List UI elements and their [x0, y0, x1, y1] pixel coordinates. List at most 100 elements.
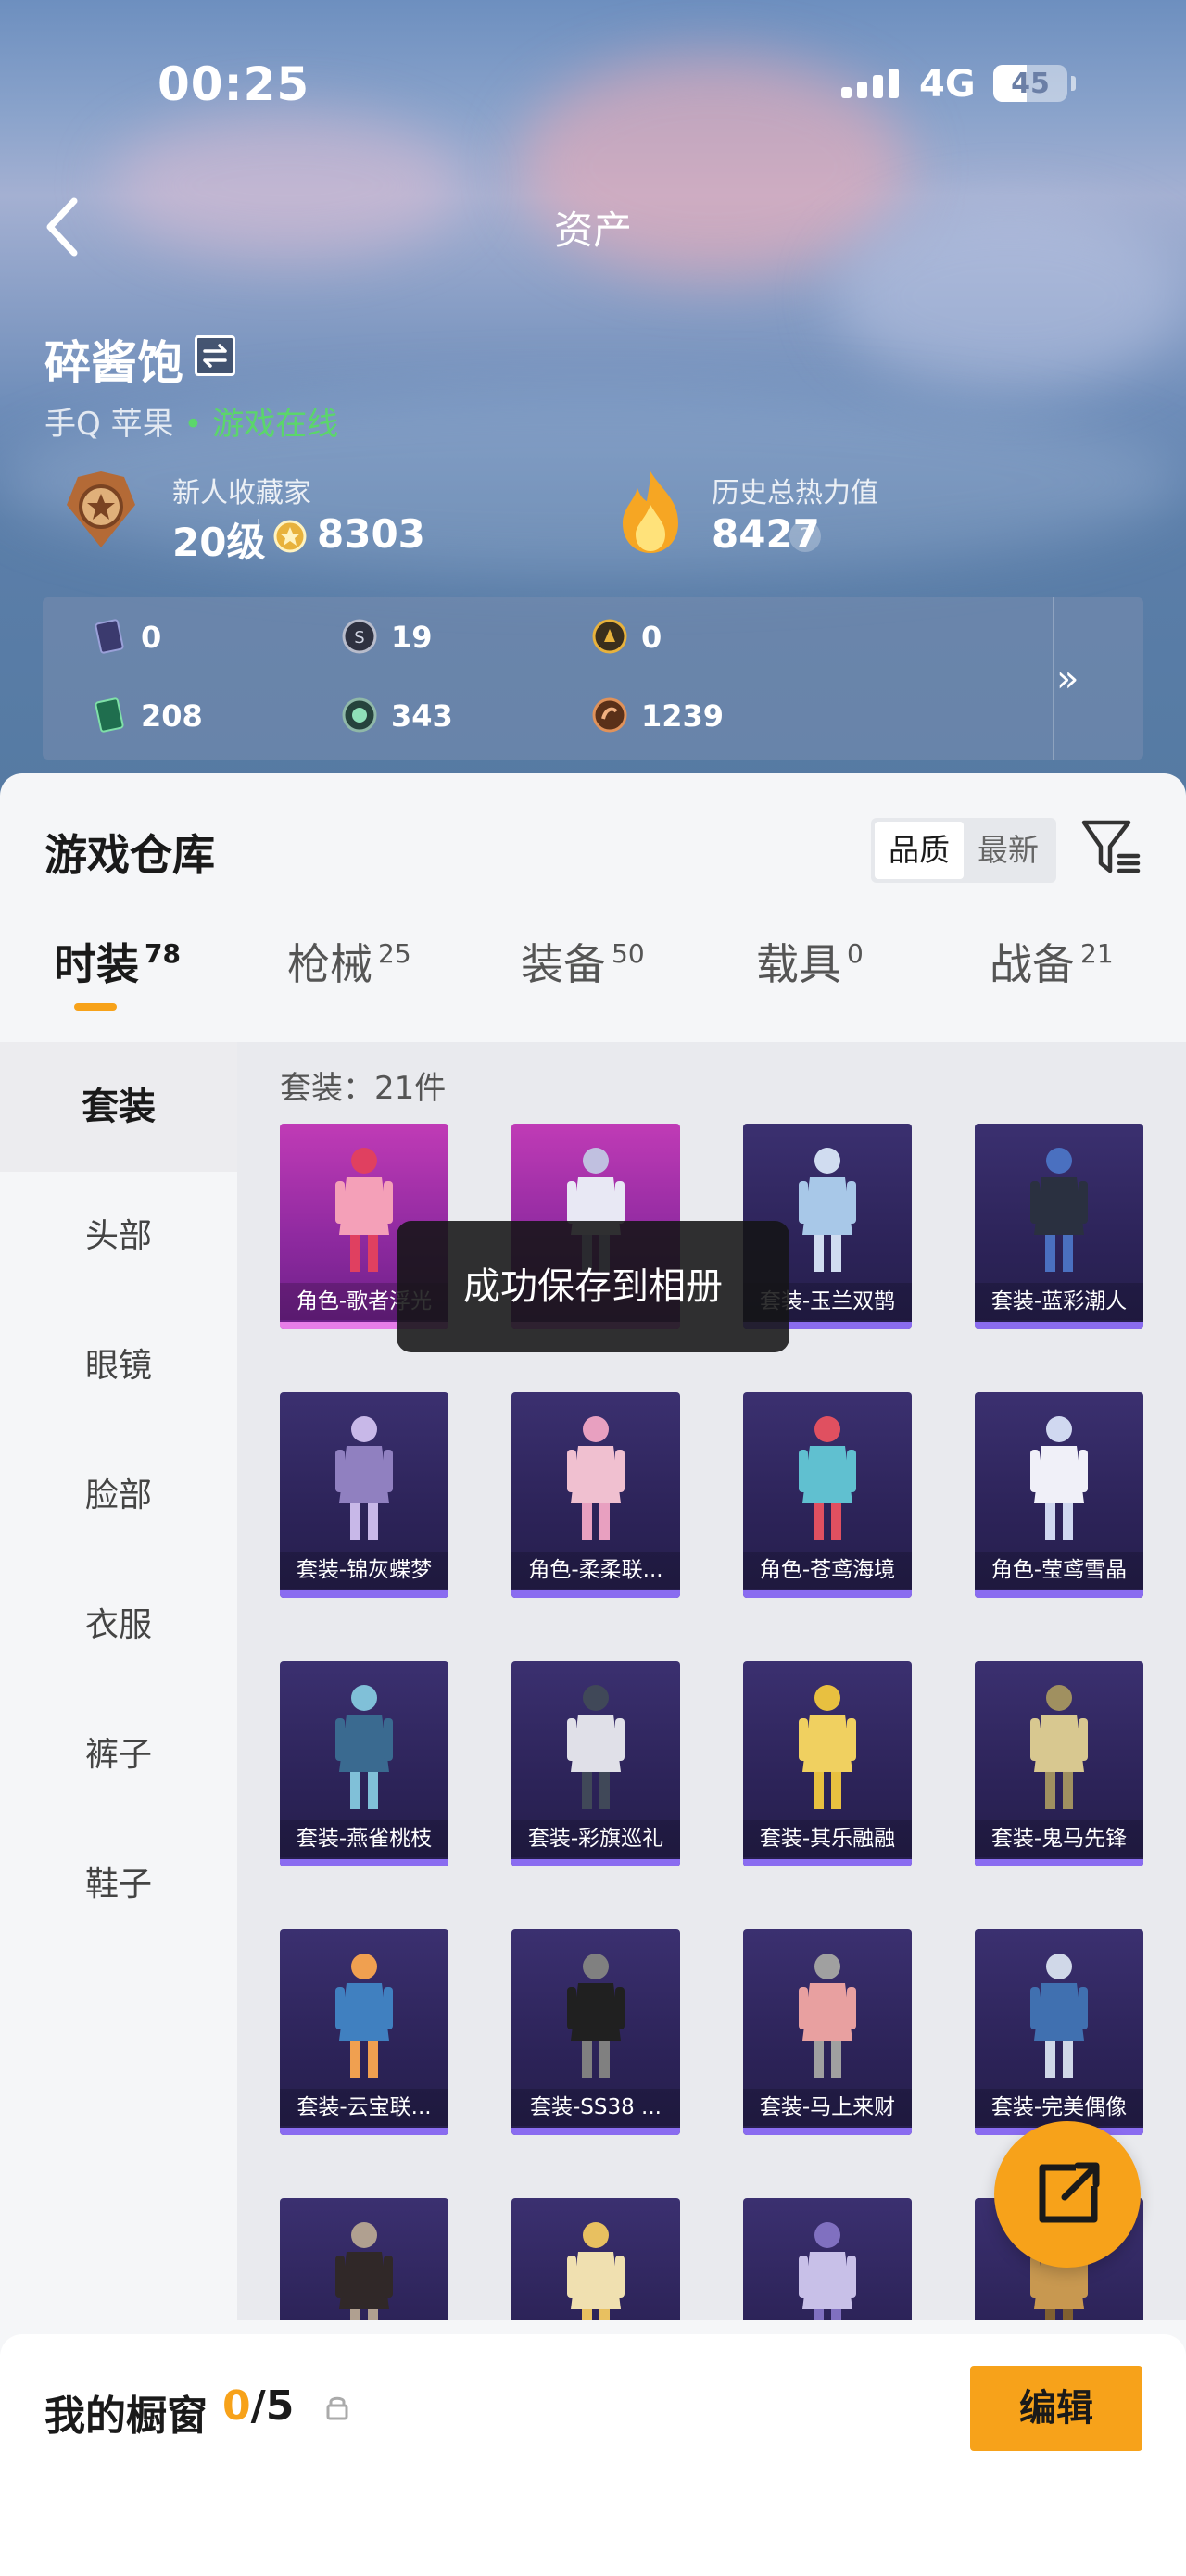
showcase-max: /5 — [250, 2382, 295, 2430]
item-card[interactable]: 套装-蓝彩潮人 — [975, 1124, 1143, 1329]
item-card[interactable] — [743, 2198, 912, 2320]
currency-value: 0 — [141, 620, 162, 655]
double-chevron-right-icon: » — [1056, 658, 1079, 700]
tab-vehicles[interactable]: 载具 0 — [756, 931, 864, 1014]
showcase-bar: 我的橱窗 0/5 编辑 — [0, 2334, 1186, 2576]
item-card[interactable]: 套装-马上来财 — [743, 1929, 912, 2135]
sidebar-item-head[interactable]: 头部 — [0, 1172, 237, 1301]
showcase-current: 0 — [222, 2382, 251, 2430]
platform-label: 手Q 苹果 — [44, 406, 174, 443]
currency-value: 0 — [641, 620, 662, 655]
item-name: 角色-柔柔联... — [511, 1552, 680, 1589]
tab-label: 时装 — [54, 939, 139, 989]
sidebar-item-shoes[interactable]: 鞋子 — [0, 1820, 237, 1950]
outfit-preview-icon — [799, 1954, 856, 2078]
help-icon[interactable]: ? — [789, 521, 821, 552]
item-card[interactable]: 角色-柔柔联... — [511, 1392, 680, 1598]
username: 碎酱饱 — [44, 336, 183, 390]
heat-label: 历史总热力值 — [712, 477, 878, 509]
warehouse-panel: 游戏仓库 品质 最新 时装 78 枪械 25 装备 50 载具 0 战备 21 套装 头部… — [0, 773, 1186, 2576]
item-card[interactable] — [280, 2198, 448, 2320]
battery-level: 45 — [1011, 68, 1050, 100]
signal-icon — [841, 69, 901, 98]
item-name: 套装-燕雀桃枝 — [280, 1820, 448, 1857]
tab-count: 21 — [1080, 938, 1114, 969]
outfit-preview-icon — [335, 1685, 393, 1809]
active-tab-indicator — [74, 1003, 117, 1011]
item-name: 套装-SS38 ... — [511, 2089, 680, 2126]
collector-points: 8303 — [317, 511, 425, 557]
tab-label: 枪械 — [287, 939, 372, 989]
tab-firearms[interactable]: 枪械 25 — [287, 931, 411, 1014]
switch-account-icon[interactable] — [195, 335, 235, 376]
outfit-preview-icon — [1030, 1954, 1088, 2078]
status-time: 00:25 — [158, 57, 310, 111]
edit-button[interactable]: 编辑 — [970, 2366, 1142, 2451]
currency-value: 1239 — [641, 698, 725, 734]
sidebar-item-outfit[interactable]: 套装 — [0, 1042, 237, 1172]
collector-badge-icon — [59, 468, 143, 551]
tab-label: 装备 — [521, 939, 606, 989]
tab-supplies[interactable]: 战备 21 — [990, 931, 1114, 1014]
item-name: 套装-鬼马先锋 — [975, 1820, 1143, 1857]
item-name: 角色-莹鸢雪晶 — [975, 1552, 1143, 1589]
tab-count: 25 — [378, 938, 411, 969]
showcase-count: 0/5 — [222, 2382, 294, 2430]
item-card[interactable]: 套装-完美偶像 — [975, 1929, 1143, 2135]
item-card[interactable]: 角色-莹鸢雪晶 — [975, 1392, 1143, 1598]
collector-level: 20级 — [172, 520, 266, 565]
item-name: 套装-完美偶像 — [975, 2089, 1143, 2126]
battery-icon: 45 — [993, 65, 1067, 102]
filter-icon[interactable] — [1080, 815, 1142, 880]
tab-count: 50 — [612, 938, 645, 969]
tab-label: 载具 — [756, 939, 841, 989]
item-card[interactable]: 角色-苍鸢海境 — [743, 1392, 912, 1598]
card-pack-icon — [95, 619, 124, 654]
tab-fashion[interactable]: 时装 78 — [54, 931, 181, 1014]
item-card[interactable]: 套装-彩旗巡礼 — [511, 1661, 680, 1866]
sort-newest[interactable]: 最新 — [964, 822, 1053, 879]
item-card[interactable]: 套装-SS38 ... — [511, 1929, 680, 2135]
status-bar: 00:25 4G 45 — [0, 56, 1186, 120]
currency-value: 208 — [141, 698, 203, 734]
outfit-preview-icon — [335, 2222, 393, 2320]
outfit-preview-icon — [335, 1416, 393, 1540]
tab-equipment[interactable]: 装备 50 — [521, 931, 645, 1014]
sidebar-item-pants[interactable]: 裤子 — [0, 1690, 237, 1820]
item-name: 套装-云宝联... — [280, 2089, 448, 2126]
lock-icon — [324, 2394, 350, 2421]
currency-panel: 0 S 19 0 208 343 1239 — [43, 597, 1143, 760]
sort-toggle: 品质 最新 — [871, 818, 1056, 883]
section-count-label: 套装：21件 — [280, 1070, 447, 1107]
outfit-preview-icon — [1030, 1148, 1088, 1272]
category-tabs: 时装 78 枪械 25 装备 50 载具 0 战备 21 — [0, 931, 1186, 1014]
currency-more-button[interactable]: » — [1056, 658, 1103, 704]
sidebar-item-face[interactable]: 脸部 — [0, 1431, 237, 1561]
sort-quality[interactable]: 品质 — [875, 822, 964, 879]
share-icon — [1039, 2162, 1100, 2223]
item-card[interactable]: 套装-燕雀桃枝 — [280, 1661, 448, 1866]
gold-coin-icon — [592, 619, 627, 654]
currency-value: 19 — [391, 620, 433, 655]
tab-count: 78 — [145, 938, 181, 969]
silver-coin-icon: S — [342, 619, 377, 654]
outfit-preview-icon — [335, 1954, 393, 2078]
collector-label: 新人收藏家 — [172, 477, 311, 509]
item-card[interactable]: 套装-其乐融融 — [743, 1661, 912, 1866]
outfit-preview-icon — [1030, 1685, 1088, 1809]
item-card[interactable]: 套装-云宝联... — [280, 1929, 448, 2135]
outfit-preview-icon — [1030, 1416, 1088, 1540]
green-gem-icon — [342, 697, 377, 733]
share-button[interactable] — [994, 2121, 1141, 2268]
outfit-preview-icon — [799, 1416, 856, 1540]
tab-label: 战备 — [990, 939, 1075, 989]
item-card[interactable]: 套装-鬼马先锋 — [975, 1661, 1143, 1866]
item-card[interactable]: 套装-锦灰蝶梦 — [280, 1392, 448, 1598]
item-card[interactable] — [511, 2198, 680, 2320]
showcase-title: 我的橱窗 — [44, 2393, 208, 2440]
outfit-preview-icon — [567, 1685, 625, 1809]
sidebar-item-glasses[interactable]: 眼镜 — [0, 1301, 237, 1431]
network-type: 4G — [919, 63, 976, 106]
currency-value: 343 — [391, 698, 453, 734]
sidebar-item-clothes[interactable]: 衣服 — [0, 1561, 237, 1690]
